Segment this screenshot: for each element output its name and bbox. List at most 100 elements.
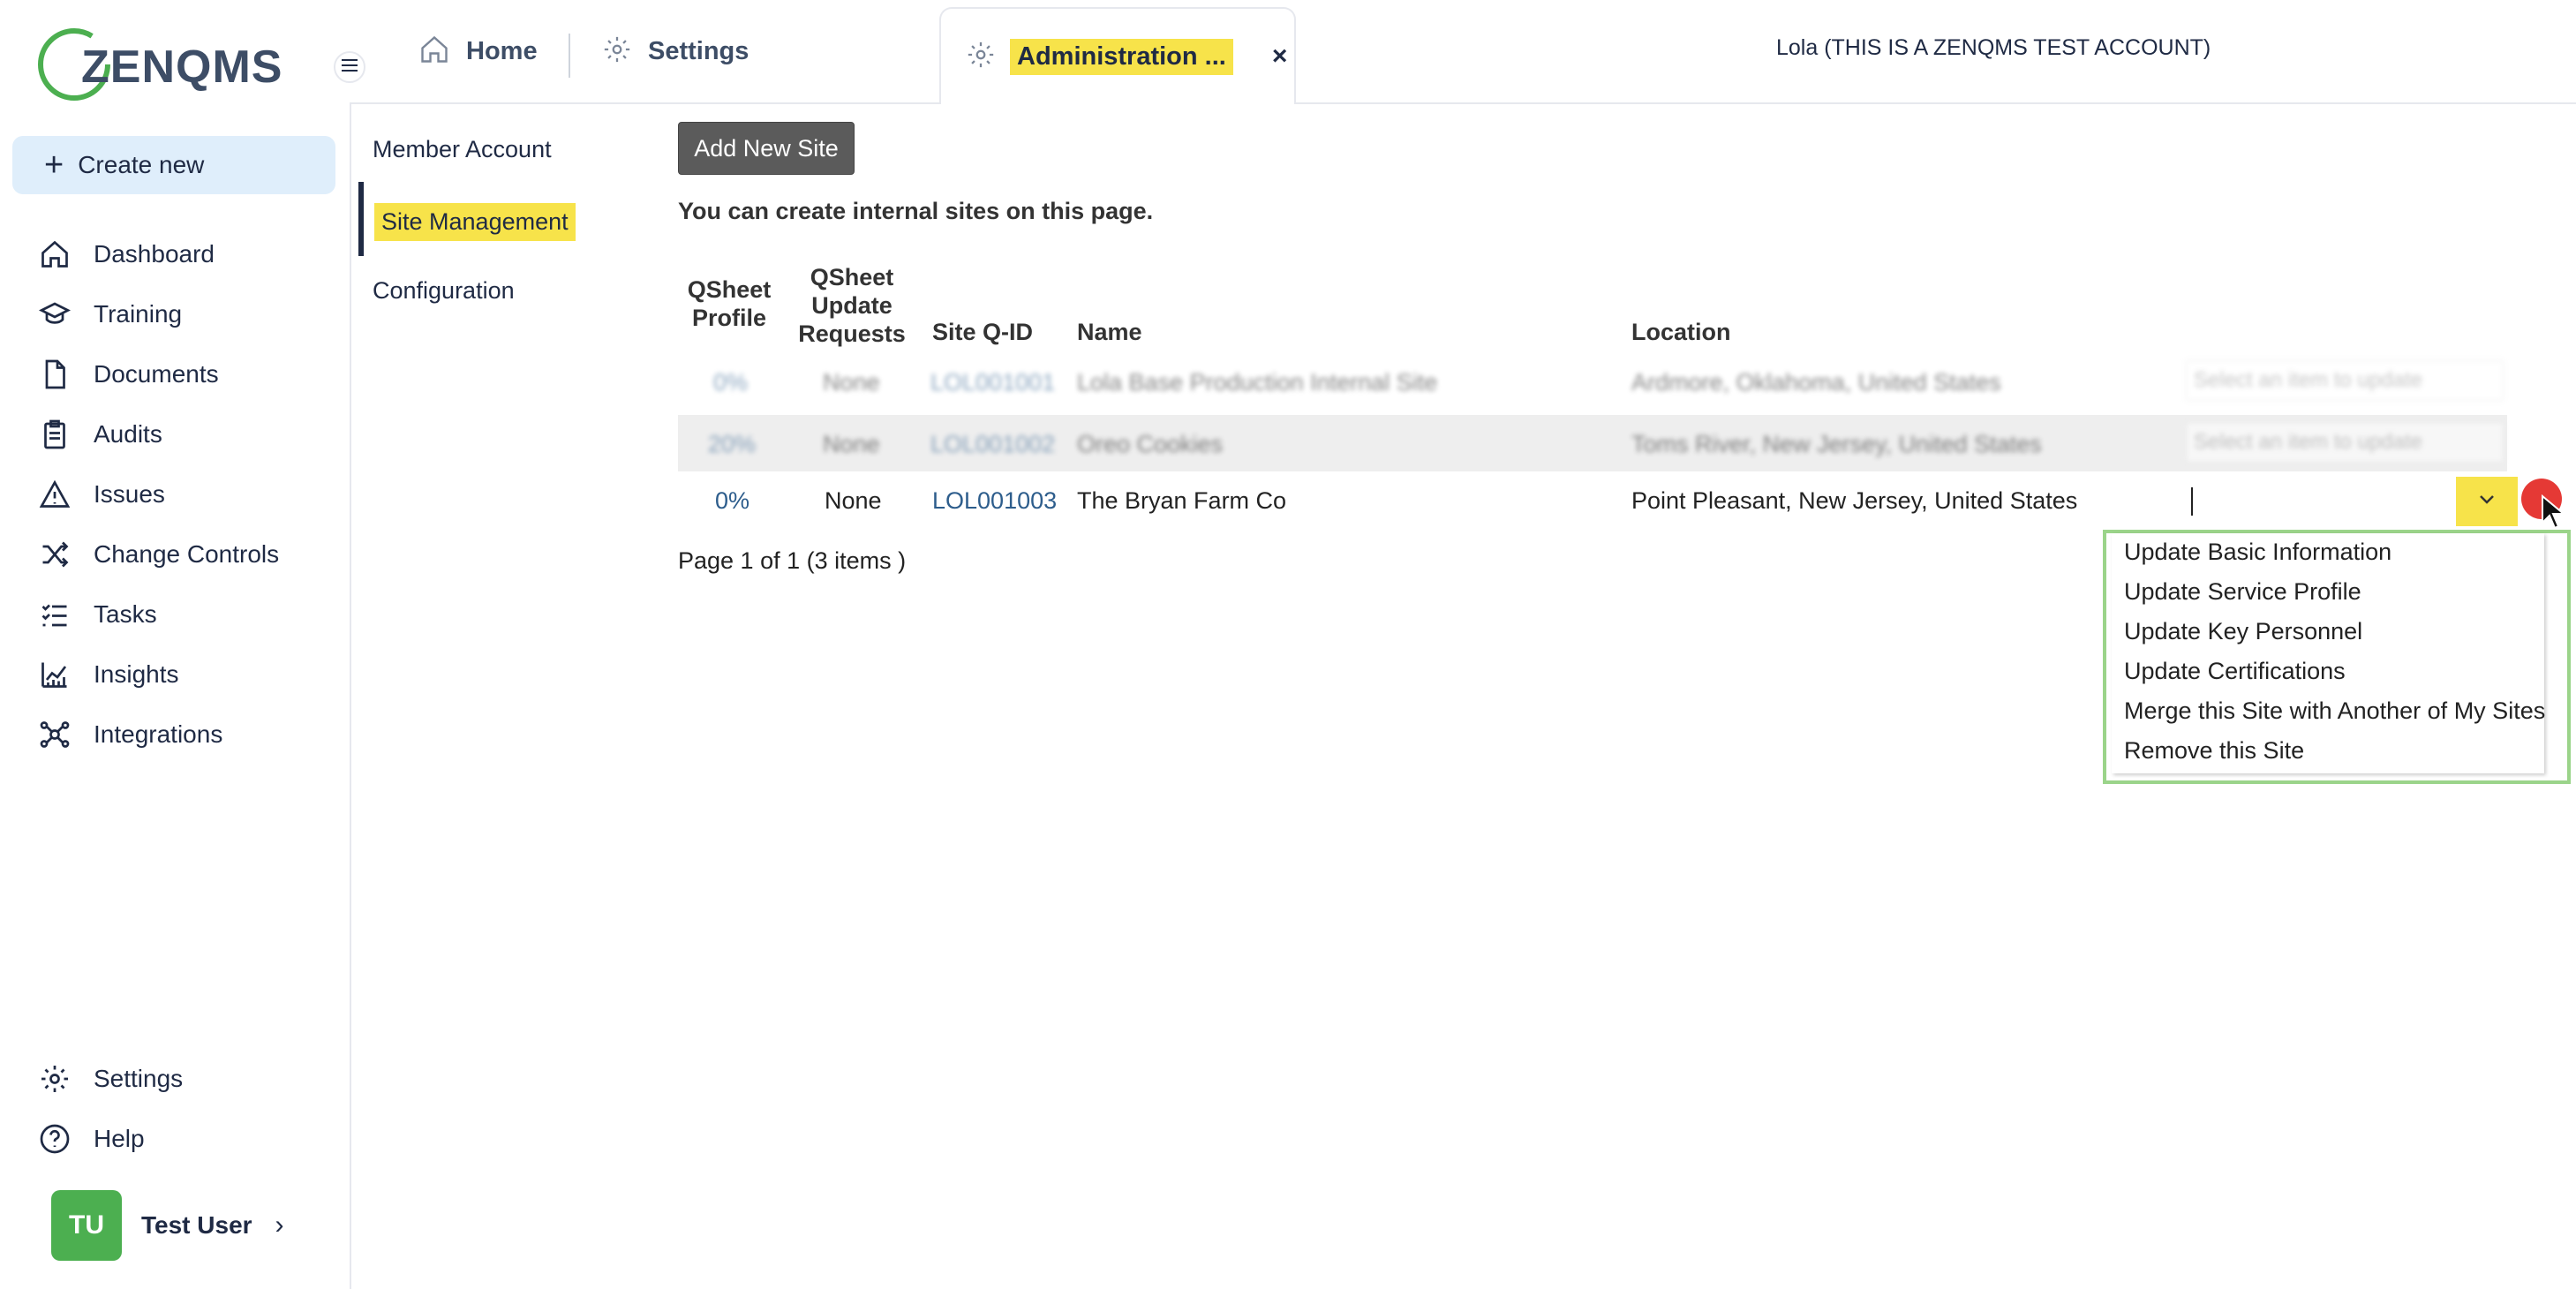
site-name-cell: The Bryan Farm Co: [1077, 487, 1287, 514]
header-line: QSheet: [687, 276, 772, 303]
sidebar-item-change-controls[interactable]: Change Controls: [37, 533, 279, 576]
tab-settings[interactable]: Settings: [602, 0, 749, 102]
subnav-configuration[interactable]: Configuration: [373, 277, 515, 305]
plus-icon: +: [44, 146, 64, 184]
sidebar-item-settings[interactable]: Settings: [37, 1058, 183, 1100]
user-name: Test User: [141, 1211, 252, 1239]
table-row: 20% None LOL001002 Oreo Cookies Toms Riv…: [678, 415, 2507, 471]
sidebar-item-label: Insights: [94, 660, 179, 688]
sidebar-item-issues[interactable]: Issues: [37, 473, 165, 516]
top-bar: Home Settings Administration ... × Lola …: [350, 0, 2576, 104]
sidebar-item-dashboard[interactable]: Dashboard: [37, 233, 215, 275]
sidebar-item-help[interactable]: Help: [37, 1118, 145, 1160]
site-qid-link[interactable]: LOL001003: [932, 487, 1057, 515]
logo-text: ZENQMS: [81, 41, 283, 93]
subnav-member-account[interactable]: Member Account: [373, 136, 552, 163]
clipboard-icon: [37, 417, 72, 452]
option-update-service-profile[interactable]: Update Service Profile: [2124, 578, 2361, 606]
create-new-label: Create new: [78, 151, 205, 178]
option-update-basic-information[interactable]: Update Basic Information: [2124, 539, 2391, 566]
tab-administration[interactable]: Administration ... ×: [939, 7, 1296, 104]
sidebar-item-label: Training: [94, 300, 183, 328]
mouse-cursor-icon: [2541, 494, 2566, 534]
column-header-qsheet-profile[interactable]: QSheet Profile: [685, 275, 773, 332]
sidebar-item-insights[interactable]: Insights: [37, 653, 179, 696]
column-header-location[interactable]: Location: [1631, 318, 1731, 346]
qsheet-profile-cell[interactable]: 0%: [713, 369, 748, 396]
sidebar-item-label: Integrations: [94, 720, 223, 748]
sidebar-item-documents[interactable]: Documents: [37, 353, 219, 396]
subnav-site-management[interactable]: Site Management: [374, 203, 576, 241]
pagination-summary: Page 1 of 1 (3 items ): [678, 547, 907, 574]
sidebar-item-integrations[interactable]: Integrations: [37, 713, 222, 756]
dropdown-list: Update Basic Information Update Service …: [2112, 533, 2545, 773]
chart-icon: [37, 657, 72, 692]
sidebar-item-audits[interactable]: Audits: [37, 413, 162, 456]
action-select[interactable]: Select an item to update: [2186, 422, 2504, 463]
select-placeholder: Select an item to update: [2194, 430, 2422, 454]
requests-cell: None: [823, 369, 880, 396]
user-menu[interactable]: TU Test User ›: [51, 1190, 284, 1261]
option-update-certifications[interactable]: Update Certifications: [2124, 658, 2346, 685]
sidebar-item-label: Audits: [94, 420, 162, 448]
table-row: 0% None LOL001001 Lola Base Production I…: [678, 353, 2507, 410]
column-header-site-qid[interactable]: Site Q-ID: [932, 318, 1033, 346]
home-icon: [418, 34, 450, 70]
tab-administration-label: Administration ...: [1010, 38, 1233, 75]
qsheet-profile-cell[interactable]: 0%: [715, 487, 749, 515]
sidebar-item-label: Help: [94, 1125, 145, 1152]
column-header-qsheet-update-requests[interactable]: QSheet Update Requests: [793, 263, 911, 348]
dropdown-toggle-button[interactable]: [2456, 477, 2518, 526]
help-icon: [37, 1121, 72, 1157]
add-new-site-button[interactable]: Add New Site: [678, 122, 855, 175]
site-name-cell: Oreo Cookies: [1077, 431, 1224, 457]
option-merge-site[interactable]: Merge this Site with Another of My Sites: [2124, 697, 2545, 725]
sidebar-item-training[interactable]: Training: [37, 293, 182, 335]
location-cell: Point Pleasant, New Jersey, United State…: [1631, 487, 2078, 514]
graduation-cap-icon: [37, 297, 72, 332]
document-icon: [37, 357, 72, 392]
sidebar: ZENQMS + Create new Dashboard Training D…: [0, 0, 351, 1289]
gear-icon: [602, 34, 632, 69]
sidebar-item-label: Change Controls: [94, 540, 280, 568]
network-icon: [37, 717, 72, 752]
qsheet-profile-cell[interactable]: 20%: [708, 431, 756, 458]
logo[interactable]: ZENQMS: [37, 25, 282, 104]
column-header-name[interactable]: Name: [1077, 318, 1142, 346]
sidebar-item-label: Issues: [94, 480, 165, 508]
action-dropdown-menu: Update Basic Information Update Service …: [2103, 530, 2571, 784]
site-qid-link[interactable]: LOL001002: [930, 431, 1055, 458]
location-cell: Toms River, New Jersey, United States: [1631, 431, 2042, 457]
tasks-icon: [37, 597, 72, 632]
subnav-active-indicator: [358, 182, 364, 256]
site-name-cell: Lola Base Production Internal Site: [1077, 369, 1438, 396]
header-line: QSheet: [810, 264, 894, 290]
tab-settings-label: Settings: [648, 36, 749, 65]
menu-icon: [342, 58, 358, 76]
option-remove-site[interactable]: Remove this Site: [2124, 737, 2304, 765]
sidebar-item-label: Documents: [94, 360, 219, 388]
create-new-button[interactable]: + Create new: [12, 136, 335, 194]
close-icon[interactable]: ×: [1272, 41, 1288, 72]
header-line: Requests: [798, 320, 906, 347]
location-cell: Ardmore, Oklahoma, United States: [1631, 369, 2001, 396]
gear-icon: [37, 1061, 72, 1097]
text-caret: [2191, 487, 2193, 516]
tab-divider: [569, 34, 570, 78]
tab-home-label: Home: [466, 36, 538, 65]
sidebar-toggle-button[interactable]: [334, 51, 365, 83]
sidebar-item-tasks[interactable]: Tasks: [37, 593, 157, 636]
select-placeholder: Select an item to update: [2194, 368, 2422, 392]
action-select[interactable]: Select an item to update: [2186, 360, 2504, 401]
sidebar-item-label: Settings: [94, 1065, 184, 1092]
chevron-down-icon: [2478, 494, 2496, 509]
requests-cell: None: [823, 431, 880, 457]
sidebar-item-label: Tasks: [94, 600, 157, 628]
tab-home[interactable]: Home: [418, 0, 538, 102]
info-text: You can create internal sites on this pa…: [678, 198, 1154, 224]
avatar: TU: [51, 1190, 122, 1261]
home-icon: [37, 237, 72, 272]
warning-icon: [37, 477, 72, 512]
option-update-key-personnel[interactable]: Update Key Personnel: [2124, 618, 2362, 645]
site-qid-link[interactable]: LOL001001: [930, 369, 1055, 396]
